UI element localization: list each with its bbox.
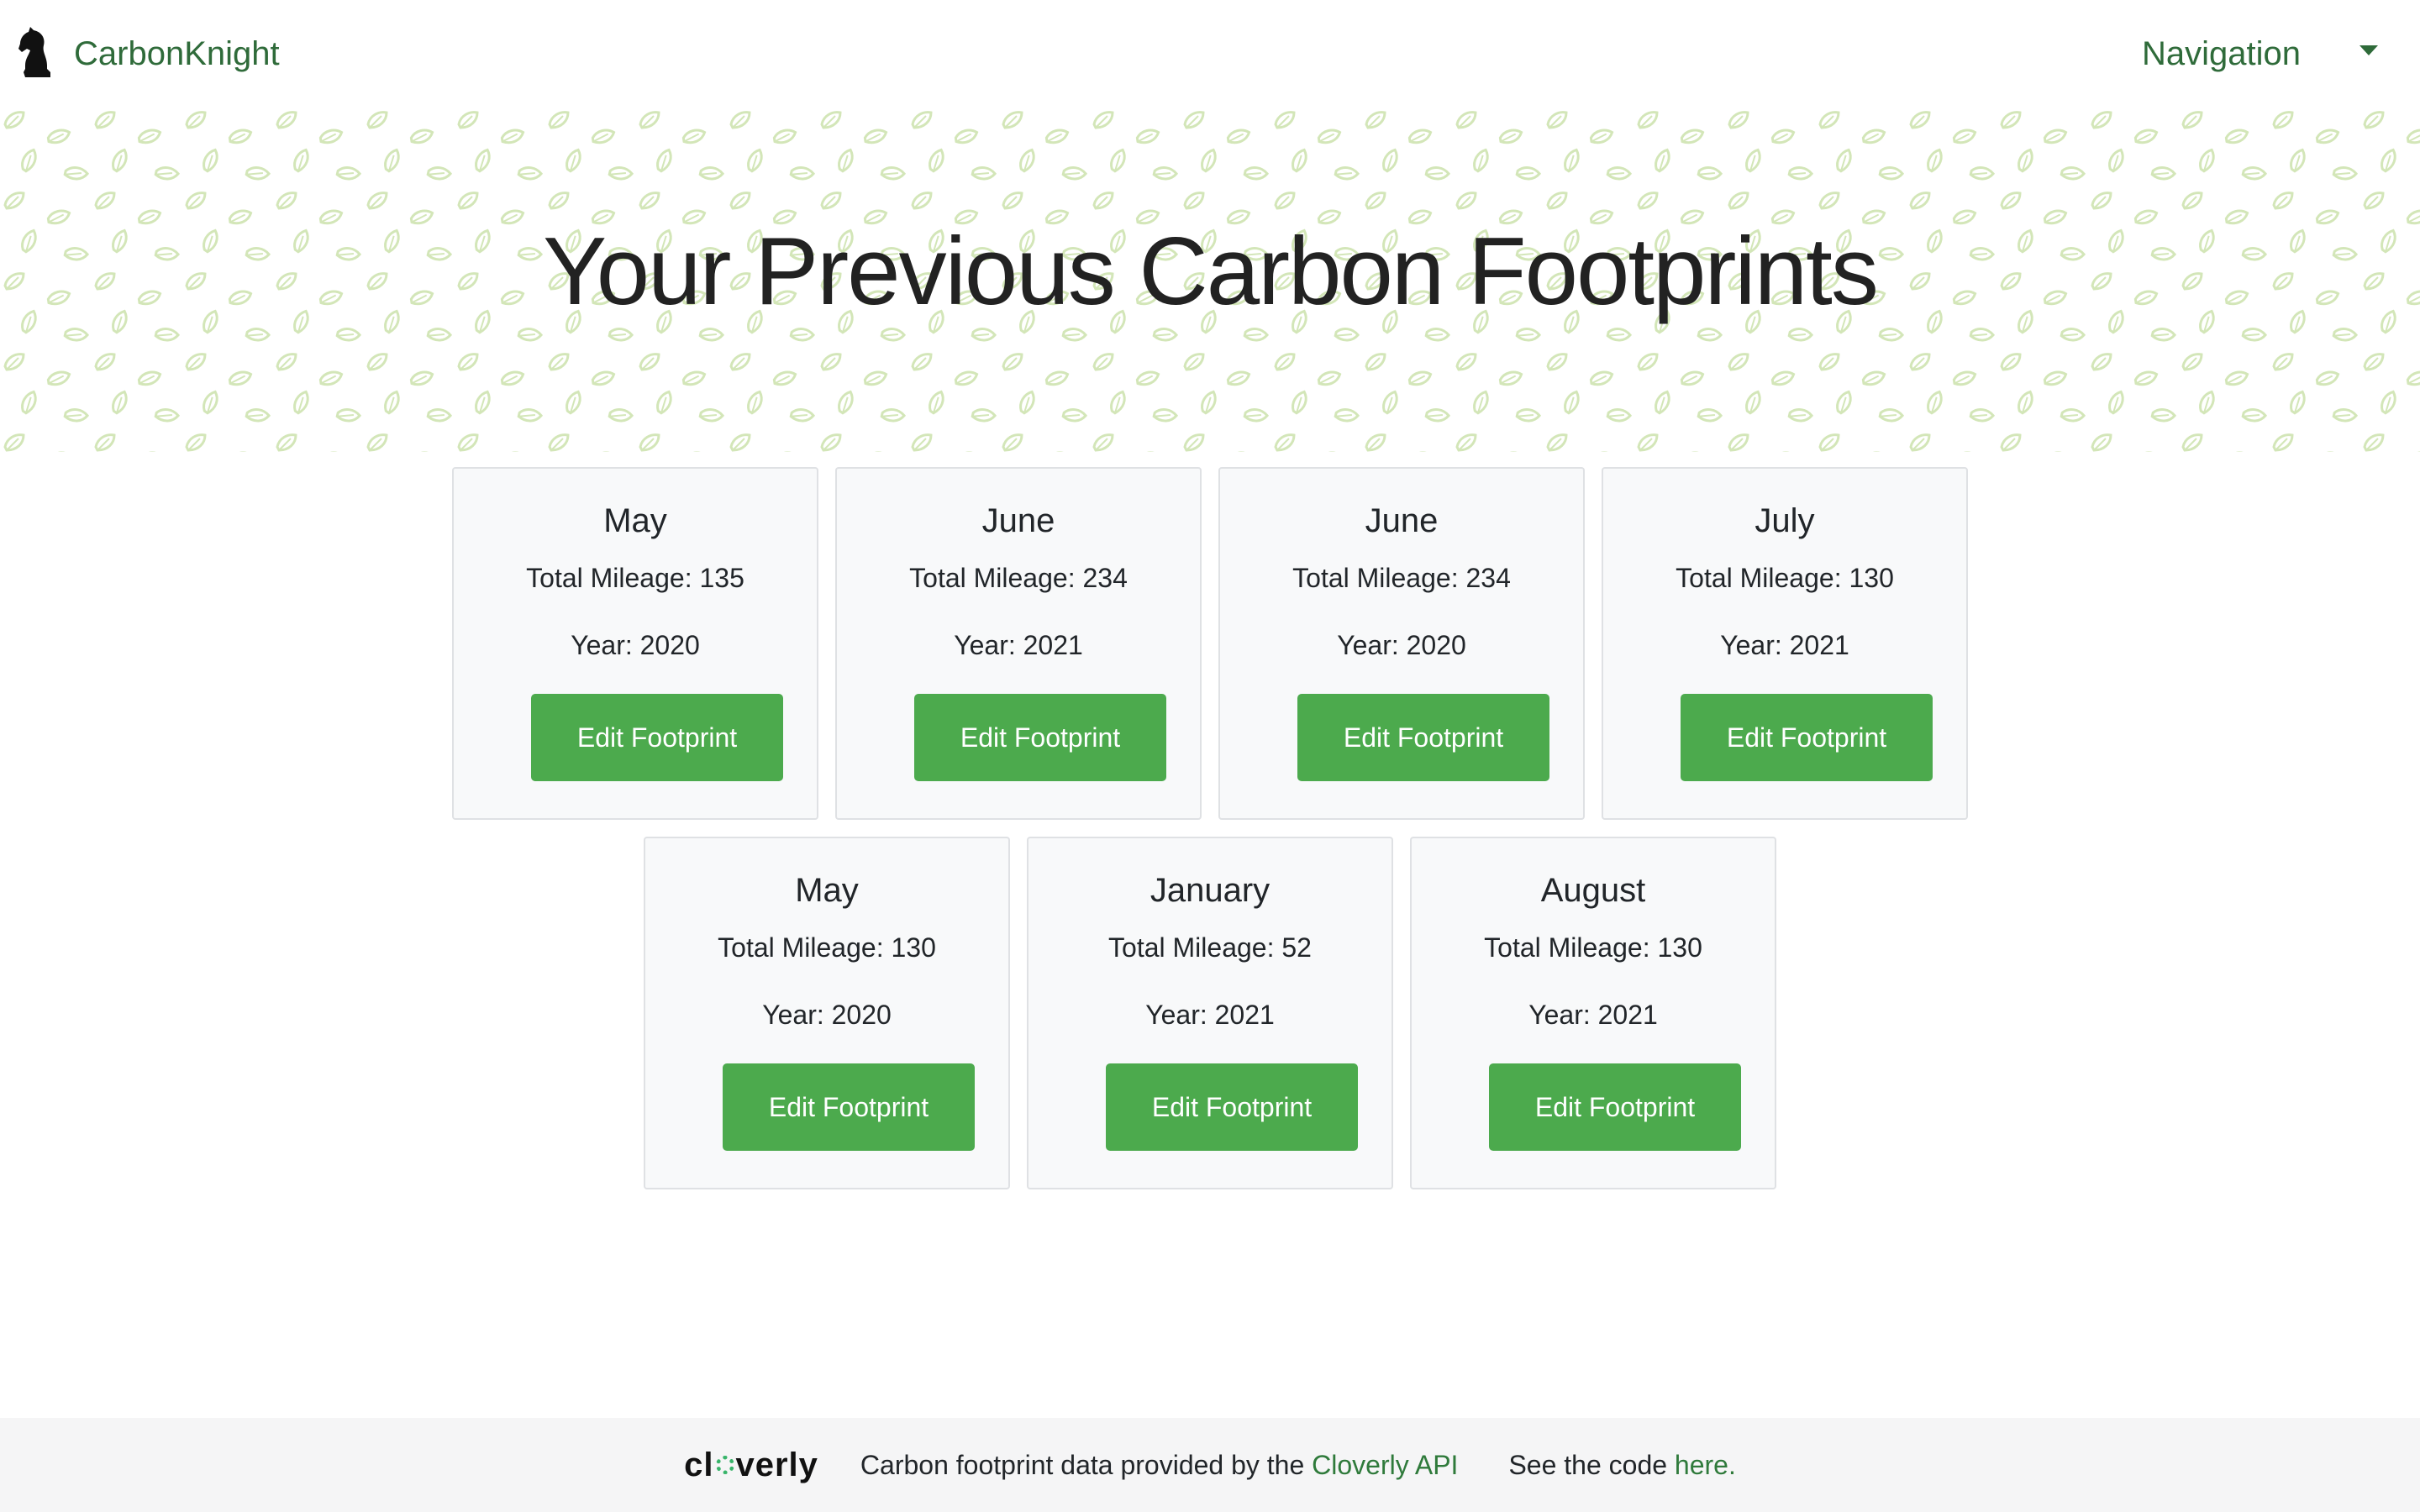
footer-code-credit: See the code here.	[1508, 1450, 1735, 1481]
card-month: May	[603, 502, 667, 539]
clover-icon	[715, 1456, 734, 1474]
footprint-card: July Total Mileage: 130 Year: 2021 Edit …	[1602, 467, 1968, 820]
cloverly-logo-text-start: cl	[684, 1446, 714, 1483]
page-title: Your Previous Carbon Footprints	[543, 218, 1879, 325]
brand-name: CarbonKnight	[74, 34, 280, 72]
footer-data-text: Carbon footprint data provided by the	[860, 1449, 1313, 1480]
footprint-card: May Total Mileage: 135 Year: 2020 Edit F…	[452, 467, 818, 820]
navbar: CarbonKnight Navigation	[0, 0, 2420, 108]
card-mileage: Total Mileage: 52	[1108, 932, 1312, 963]
card-year: Year: 2021	[1145, 1000, 1275, 1030]
footprint-card: August Total Mileage: 130 Year: 2021 Edi…	[1410, 837, 1776, 1189]
cloverly-logo: cl verly	[684, 1446, 818, 1484]
edit-footprint-button[interactable]: Edit Footprint	[1297, 694, 1549, 781]
card-month: June	[981, 502, 1055, 539]
card-month: August	[1540, 872, 1646, 909]
card-year: Year: 2021	[1720, 630, 1849, 660]
footprint-cards-row-2: May Total Mileage: 130 Year: 2020 Edit F…	[0, 837, 2420, 1189]
card-year: Year: 2021	[1528, 1000, 1658, 1030]
navigation-label: Navigation	[2141, 34, 2301, 72]
footer: cl verly Carbon footprint data provided …	[0, 1418, 2420, 1512]
footer-data-credit: Carbon footprint data provided by the Cl…	[860, 1450, 1459, 1481]
card-mileage: Total Mileage: 130	[718, 932, 936, 963]
edit-footprint-button[interactable]: Edit Footprint	[1489, 1063, 1741, 1151]
card-month: July	[1754, 502, 1815, 539]
footprint-cards-row-1: May Total Mileage: 135 Year: 2020 Edit F…	[0, 467, 2420, 820]
edit-footprint-button[interactable]: Edit Footprint	[723, 1063, 975, 1151]
edit-footprint-button[interactable]: Edit Footprint	[1106, 1063, 1358, 1151]
card-mileage: Total Mileage: 234	[909, 563, 1128, 593]
footprint-card: May Total Mileage: 130 Year: 2020 Edit F…	[644, 837, 1010, 1189]
code-link[interactable]: here.	[1675, 1450, 1736, 1480]
edit-footprint-button[interactable]: Edit Footprint	[531, 694, 783, 781]
card-mileage: Total Mileage: 130	[1484, 932, 1702, 963]
footer-code-text: See the code	[1508, 1449, 1675, 1480]
card-mileage: Total Mileage: 234	[1292, 563, 1511, 593]
cloverly-logo-text-end: verly	[735, 1446, 818, 1483]
footprint-card: June Total Mileage: 234 Year: 2021 Edit …	[835, 467, 1202, 820]
card-month: May	[795, 872, 859, 909]
card-year: Year: 2021	[954, 630, 1083, 660]
card-month: January	[1150, 872, 1270, 909]
hero-banner: Your Previous Carbon Footprints	[0, 108, 2420, 452]
edit-footprint-button[interactable]: Edit Footprint	[914, 694, 1166, 781]
footprint-card: June Total Mileage: 234 Year: 2020 Edit …	[1218, 467, 1585, 820]
card-mileage: Total Mileage: 135	[526, 563, 744, 593]
footprint-card: January Total Mileage: 52 Year: 2021 Edi…	[1027, 837, 1393, 1189]
navigation-dropdown[interactable]: Navigation	[2142, 35, 2403, 73]
card-year: Year: 2020	[571, 630, 700, 660]
caret-down-icon	[2360, 45, 2378, 55]
knight-chess-icon	[17, 27, 57, 81]
card-mileage: Total Mileage: 130	[1676, 563, 1894, 593]
card-month: June	[1365, 502, 1439, 539]
card-year: Year: 2020	[762, 1000, 892, 1030]
cloverly-api-link[interactable]: Cloverly API	[1312, 1450, 1458, 1480]
brand-link[interactable]: CarbonKnight	[17, 27, 280, 81]
card-year: Year: 2020	[1337, 630, 1466, 660]
edit-footprint-button[interactable]: Edit Footprint	[1681, 694, 1933, 781]
